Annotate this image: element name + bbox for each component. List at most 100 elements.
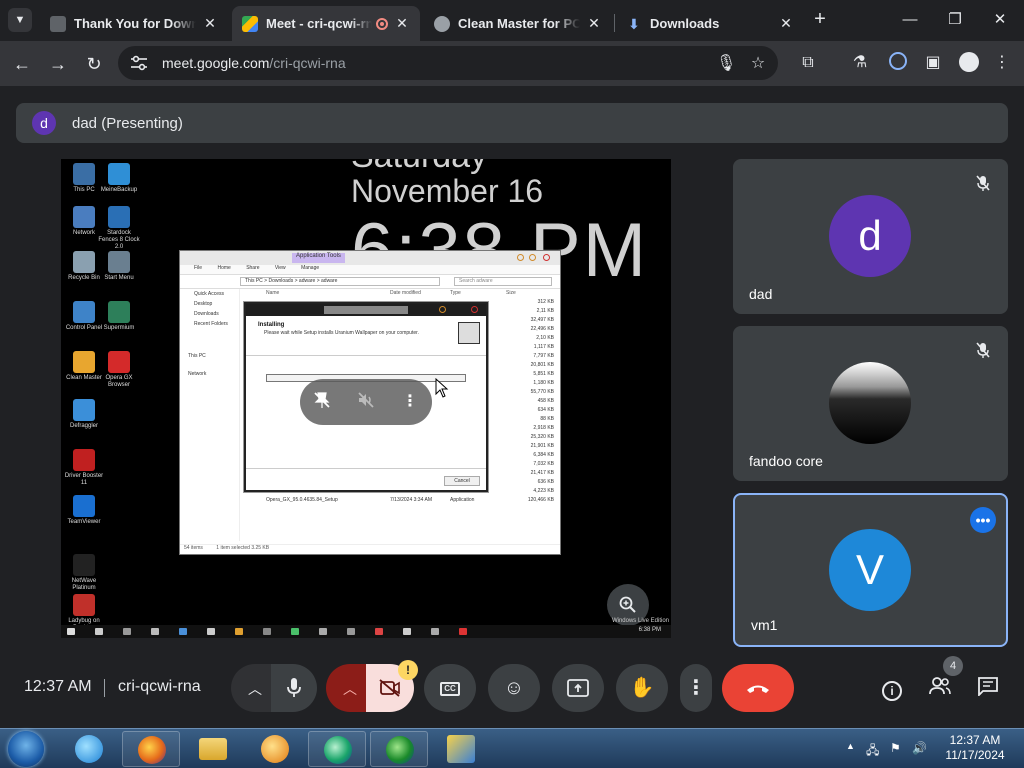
ribbon-view[interactable]: View (275, 265, 286, 271)
desktop-app-icon (108, 163, 130, 185)
chat-button[interactable] (975, 676, 1001, 702)
file-date: 7/13/2024 3:34 AM (390, 497, 432, 503)
volume-icon[interactable]: 🔊 (912, 741, 927, 755)
voice-search-icon[interactable]: 🎙 (716, 54, 736, 74)
reactions-button[interactable]: ☺ (488, 664, 540, 712)
column-name[interactable]: Name (266, 289, 279, 298)
ribbon-file[interactable]: File (194, 265, 202, 271)
remote-taskbar-icon (347, 628, 355, 635)
lockscreen-date: November 16 (351, 173, 544, 209)
participant-more-options-icon[interactable]: ••• (970, 507, 996, 533)
shared-screen[interactable]: This PC MeineBackup Network Stardock Fences… (61, 159, 671, 638)
window-close-button[interactable]: ✕ (988, 8, 1012, 32)
microphone-button[interactable] (271, 664, 317, 712)
labs-flask-icon[interactable]: ⚗ (849, 52, 871, 74)
performance-icon[interactable] (887, 52, 909, 74)
nav-item[interactable]: Desktop (180, 299, 239, 309)
desktop-icon[interactable]: Driver Booster 11 (62, 449, 106, 487)
taskbar-supermium[interactable] (308, 731, 366, 767)
action-center-flag-icon[interactable]: ⚑ (890, 741, 901, 755)
file-size: 55,770 KB (530, 389, 554, 395)
meeting-details-button[interactable]: i (879, 676, 905, 702)
desktop-app-icon (73, 399, 95, 421)
desktop-icon[interactable]: Stardock Fences 8 Clock 2.0 (97, 206, 141, 251)
reload-button[interactable]: ↻ (81, 51, 107, 77)
nav-item[interactable]: Quick Access (180, 289, 239, 299)
system-clock[interactable]: 12:37 AM 11/17/2024 (940, 733, 1010, 763)
minimize-icon[interactable] (439, 306, 446, 313)
nav-item[interactable]: Network (180, 369, 239, 379)
explorer-address-box[interactable]: This PC > Downloads > adware > adware (240, 277, 440, 286)
ribbon-home[interactable]: Home (217, 265, 230, 271)
close-icon[interactable]: ✕ (778, 15, 794, 32)
more-options-button[interactable]: ⋮ (680, 664, 712, 712)
browser-menu-icon[interactable]: ⋮ (991, 52, 1013, 74)
tab-downloads[interactable]: ⬇ Downloads ✕ (616, 6, 804, 41)
desktop-icon[interactable]: Start Menu (97, 251, 141, 282)
start-button[interactable] (8, 731, 44, 767)
meet-controls: 12:37 AM cri-qcwi-rna ︿ ︿ ! CC ☺ ✋ ⋮ i 4 (0, 650, 1024, 728)
tab-clean-master[interactable]: Clean Master for PC - ✕ (424, 6, 612, 41)
maximize-icon[interactable] (529, 254, 536, 261)
taskbar-download-manager[interactable] (370, 731, 428, 767)
desktop-icon[interactable]: MeineBackup (97, 163, 141, 194)
desktop-icon[interactable]: NetWave Platinum (62, 554, 106, 592)
taskbar-clean-master[interactable] (432, 731, 490, 767)
column-date[interactable]: Date modified (390, 289, 421, 298)
tab-search-button[interactable]: ▼ (8, 8, 32, 32)
participant-tile-fandoo-core[interactable]: fandoo core (733, 326, 1008, 481)
forward-button[interactable]: → (45, 51, 71, 77)
column-size[interactable]: Size (506, 289, 516, 298)
close-icon[interactable]: ✕ (202, 15, 218, 32)
network-icon[interactable]: 🖧 (866, 741, 879, 762)
ribbon-share[interactable]: Share (246, 265, 259, 271)
ribbon-manage[interactable]: Manage (301, 265, 319, 271)
nav-item[interactable]: Downloads (180, 309, 239, 319)
close-icon[interactable]: ✕ (586, 15, 602, 32)
more-options-icon[interactable]: ⋮ (398, 390, 422, 414)
column-type[interactable]: Type (450, 289, 461, 298)
restore-button[interactable]: ❐ (943, 8, 967, 32)
raise-hand-button[interactable]: ✋ (616, 664, 668, 712)
desktop-icon[interactable]: Opera GX Browser (97, 351, 141, 389)
mute-presenter-icon[interactable] (354, 390, 378, 414)
desktop-icon[interactable]: Defraggler (62, 399, 106, 430)
setup-cancel-button[interactable]: Cancel (444, 476, 480, 486)
taskbar-internet-explorer[interactable] (60, 731, 118, 767)
present-screen-button[interactable] (552, 664, 604, 712)
side-panel-icon[interactable]: ▣ (922, 52, 944, 74)
new-tab-button[interactable]: + (808, 8, 832, 32)
desktop-icon[interactable]: TeamViewer (62, 495, 106, 526)
taskbar-explorer[interactable] (184, 731, 242, 767)
address-bar[interactable]: meet.google.com/cri-qcwi-rna (118, 46, 778, 80)
file-size: 312 KB (537, 299, 554, 305)
people-button[interactable] (927, 676, 953, 702)
tray-expand-icon[interactable]: ▲ (846, 741, 855, 751)
taskbar-firefox[interactable] (122, 731, 180, 767)
nav-item[interactable]: Recent Folders (180, 319, 239, 329)
back-button[interactable]: ← (9, 51, 35, 77)
taskbar-media-player[interactable] (246, 731, 304, 767)
tab-meet[interactable]: Meet - cri-qcwi-rna ✕ (232, 6, 420, 41)
explorer-search-box[interactable]: Search adware (454, 277, 552, 286)
close-icon[interactable]: ✕ (394, 15, 410, 32)
minimize-icon[interactable] (517, 254, 524, 261)
tab-thank-you[interactable]: Thank You for Downlo ✕ (40, 6, 228, 41)
remote-taskbar-icon (403, 628, 411, 635)
pin-off-icon[interactable] (310, 390, 334, 414)
tab-title: Thank You for Downlo (74, 16, 196, 31)
extensions-icon[interactable]: ⧉ (797, 52, 819, 74)
participant-tile-vm1[interactable]: ••• V vm1 (733, 493, 1008, 647)
participant-tile-dad[interactable]: d dad (733, 159, 1008, 314)
leave-call-button[interactable] (722, 664, 794, 712)
site-info-icon[interactable] (130, 55, 148, 71)
bookmark-star-icon[interactable]: ☆ (748, 54, 768, 74)
profile-avatar-icon[interactable] (958, 52, 980, 74)
nav-item[interactable]: This PC (180, 351, 239, 361)
close-icon[interactable] (471, 306, 478, 313)
file-row[interactable]: Opera_GX_95.0.4635.84_Setup 7/13/2024 3:3… (242, 496, 560, 505)
close-icon[interactable] (543, 254, 550, 261)
desktop-icon[interactable]: Supermium (97, 301, 141, 332)
captions-button[interactable]: CC (424, 664, 476, 712)
minimize-button[interactable]: — (898, 8, 922, 32)
